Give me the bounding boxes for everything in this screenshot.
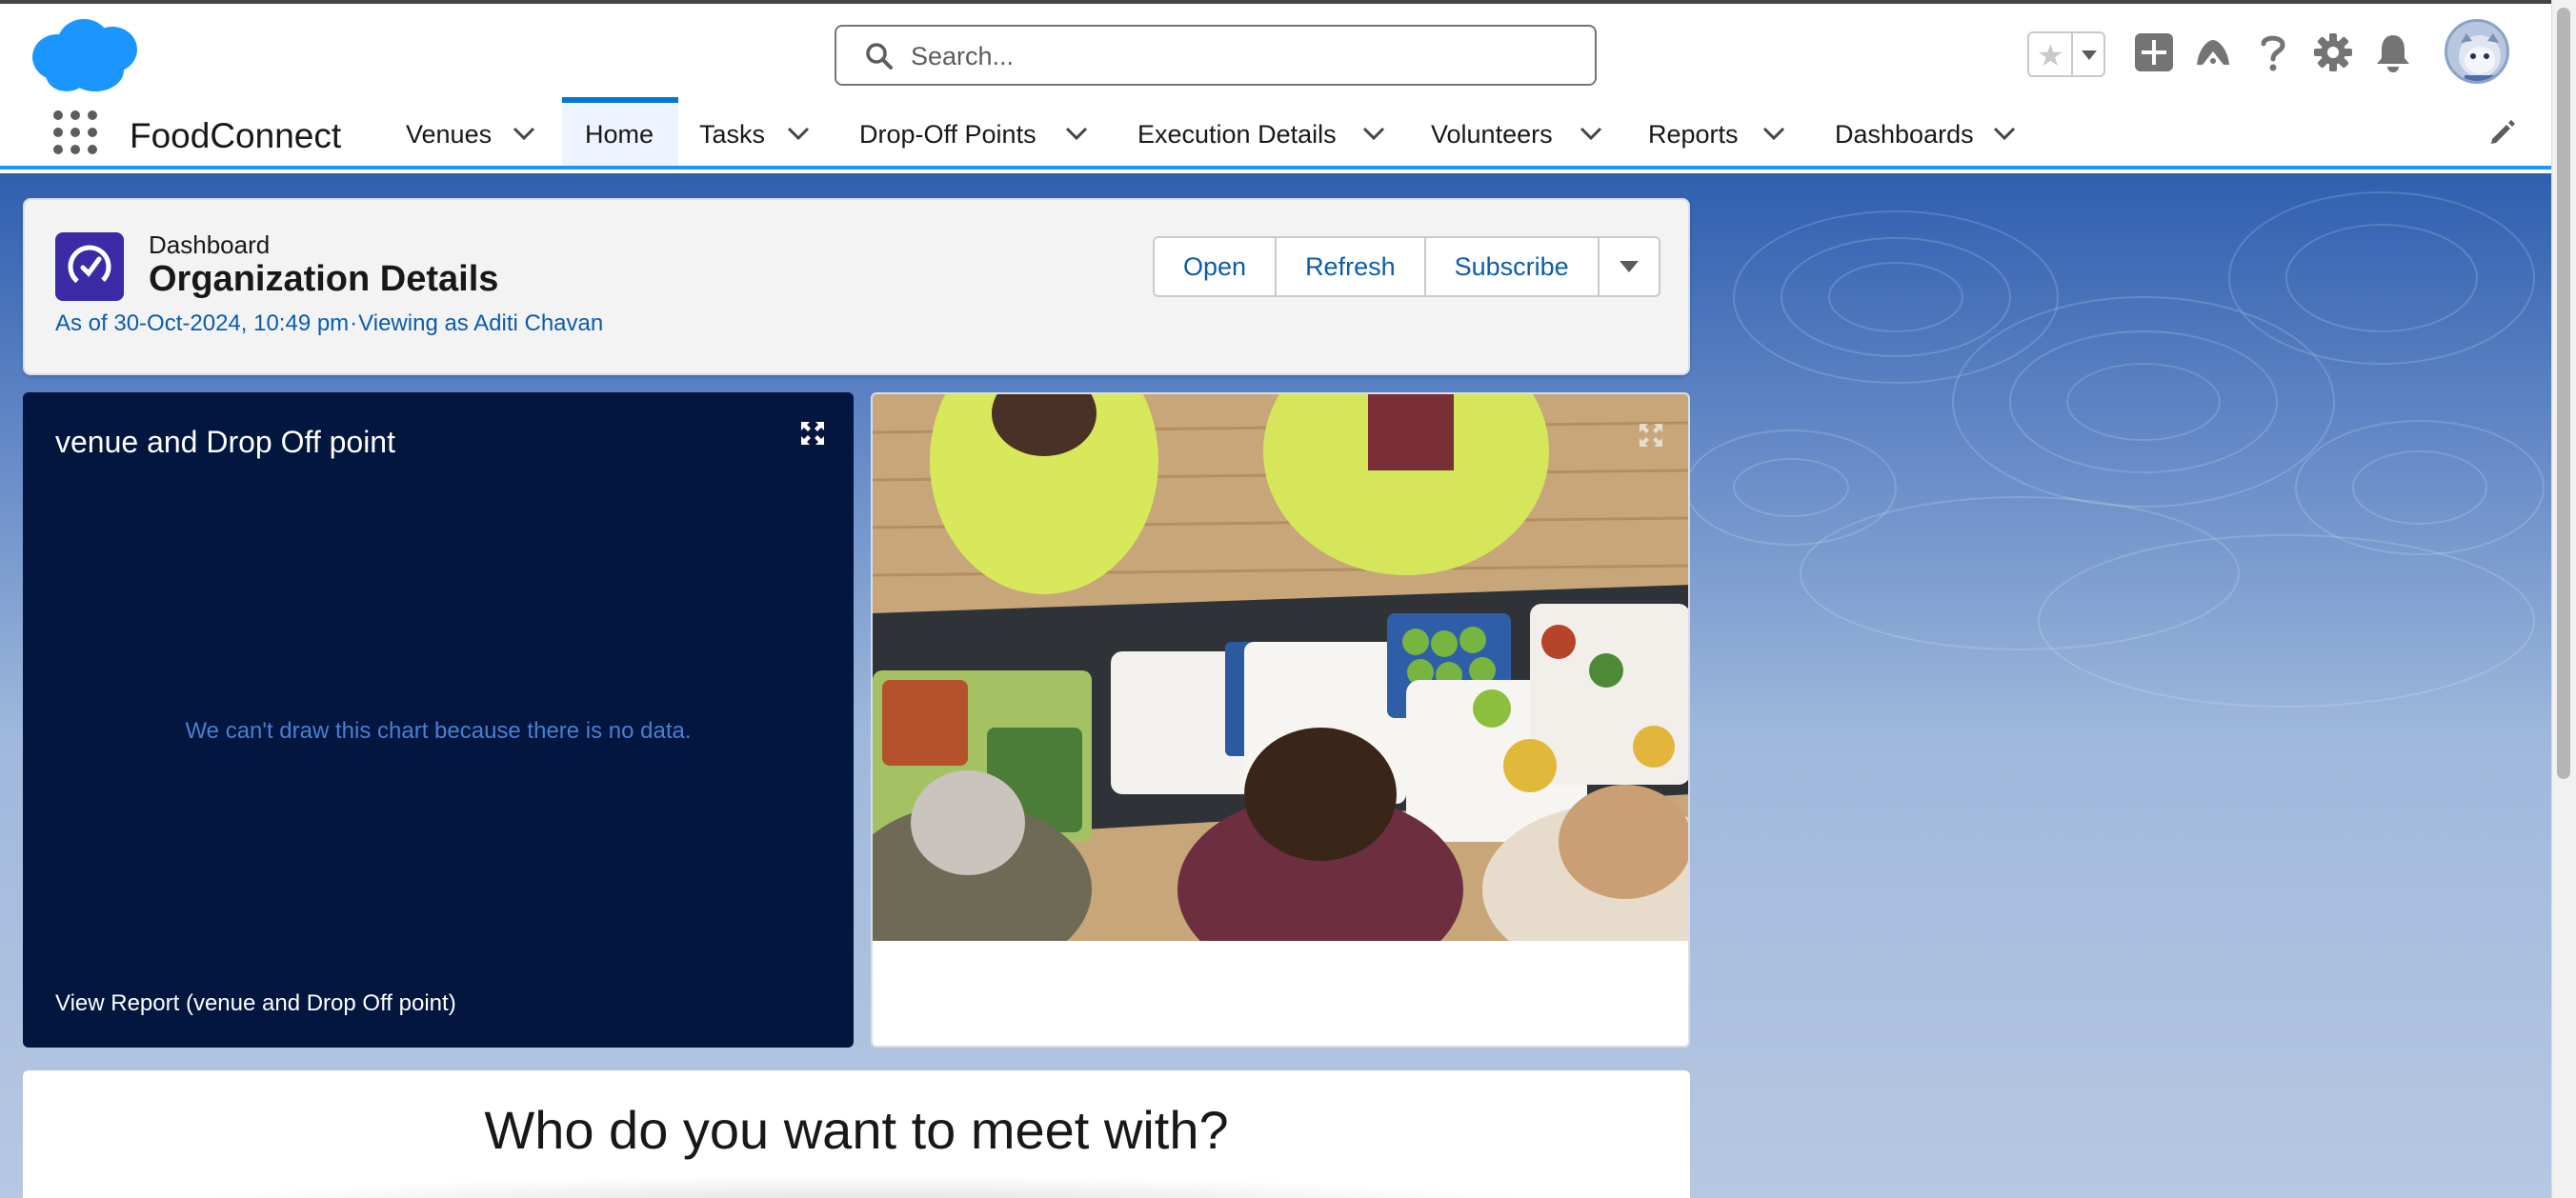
nav-item-label: Dashboards (1835, 120, 1974, 149)
as-of-timestamp: As of 30-Oct-2024, 10:49 pm (55, 310, 350, 336)
add-icon[interactable] (2134, 32, 2174, 72)
favorites-star-icon[interactable]: ★ (2037, 39, 2064, 71)
salesforce-logo[interactable] (29, 15, 141, 93)
expand-icon[interactable] (800, 421, 825, 446)
setup-gear-icon[interactable] (2313, 32, 2353, 72)
favorites-list-chevron-down-icon[interactable] (2071, 33, 2103, 75)
volunteers-food-packing-image (873, 394, 1688, 941)
trailhead-icon[interactable] (2193, 32, 2233, 72)
meet-with-card: Who do you want to meet with? (23, 1070, 1690, 1198)
nav-item-label: Home (585, 120, 654, 149)
app-name: FoodConnect (130, 116, 342, 155)
nav-item-volunteers[interactable]: Volunteers (1431, 97, 1612, 166)
expand-icon[interactable] (1639, 423, 1663, 448)
nav-item-label: Execution Details (1137, 120, 1337, 149)
nav-item-label: Drop-Off Points (859, 120, 1036, 149)
astro-avatar-icon (2459, 33, 2501, 81)
chevron-down-icon[interactable] (1762, 126, 1785, 141)
meet-with-heading: Who do you want to meet with? (484, 1100, 1229, 1160)
chart-widget-title: venue and Drop Off point (55, 425, 395, 459)
edit-nav-pencil-icon[interactable] (2488, 118, 2517, 147)
nav-item-venues[interactable]: Venues (406, 97, 549, 166)
global-search-input[interactable]: Search... (835, 25, 1597, 86)
nav-item-label: Tasks (699, 120, 766, 149)
nav-item-label: Volunteers (1431, 120, 1553, 149)
nav-item-home[interactable]: Home (562, 97, 678, 166)
search-placeholder: Search... (911, 42, 1015, 70)
dashboard-canvas: Dashboard Organization Details As of 30-… (0, 173, 2551, 1198)
chevron-down-icon[interactable] (513, 126, 535, 141)
more-actions-dropdown-icon[interactable] (1599, 238, 1659, 295)
nav-item-label: Reports (1648, 120, 1739, 149)
search-icon (866, 43, 893, 70)
favorites-button[interactable]: ★ (2027, 31, 2105, 77)
app-navigation-bar: FoodConnect Venues Home Tasks Drop-Off P… (0, 97, 2551, 170)
chevron-down-icon[interactable] (787, 126, 810, 141)
open-button[interactable]: Open (1155, 238, 1278, 295)
chevron-down-icon[interactable] (1993, 126, 2016, 141)
app-launcher-icon[interactable] (53, 110, 97, 154)
nav-item-execution-details[interactable]: Execution Details (1137, 97, 1395, 166)
refresh-button[interactable]: Refresh (1277, 238, 1426, 295)
subscribe-button[interactable]: Subscribe (1425, 238, 1600, 295)
no-data-message: We can't draw this chart because there i… (185, 718, 692, 744)
chevron-down-icon[interactable] (1580, 126, 1602, 141)
help-icon[interactable] (2254, 32, 2292, 72)
dashboard-type-label: Dashboard (149, 230, 271, 259)
viewing-as-link[interactable]: Viewing as Aditi Chavan (358, 310, 603, 336)
notifications-bell-icon[interactable] (2374, 32, 2412, 72)
chevron-down-icon[interactable] (1362, 126, 1385, 141)
page-scrollbar-thumb[interactable] (2557, 8, 2570, 779)
user-avatar[interactable] (2445, 19, 2509, 84)
nav-item-tasks[interactable]: Tasks (699, 97, 814, 166)
nav-item-reports[interactable]: Reports (1648, 97, 1791, 166)
nav-item-dashboards[interactable]: Dashboards (1835, 97, 2025, 166)
nav-item-drop-off-points[interactable]: Drop-Off Points (859, 97, 1097, 166)
view-report-link[interactable]: View Report (venue and Drop Off point) (55, 990, 456, 1017)
global-header: Search... ★ (0, 0, 2551, 97)
image-widget (871, 392, 1690, 1048)
dashboard-actions: Open Refresh Subscribe (1153, 236, 1660, 297)
dashboard-header-card: Dashboard Organization Details As of 30-… (23, 198, 1690, 375)
card-shadow-decoration (175, 1175, 1547, 1198)
dashboard-meta: As of 30-Oct-2024, 10:49 pm·Viewing as A… (55, 310, 603, 337)
dashboard-gauge-icon (55, 232, 124, 301)
chart-widget: venue and Drop Off point We can't draw t… (23, 392, 854, 1048)
nav-item-label: Venues (406, 120, 493, 149)
chevron-down-icon[interactable] (1065, 126, 1088, 141)
page-title: Organization Details (149, 259, 499, 299)
meta-separator: · (350, 310, 358, 336)
